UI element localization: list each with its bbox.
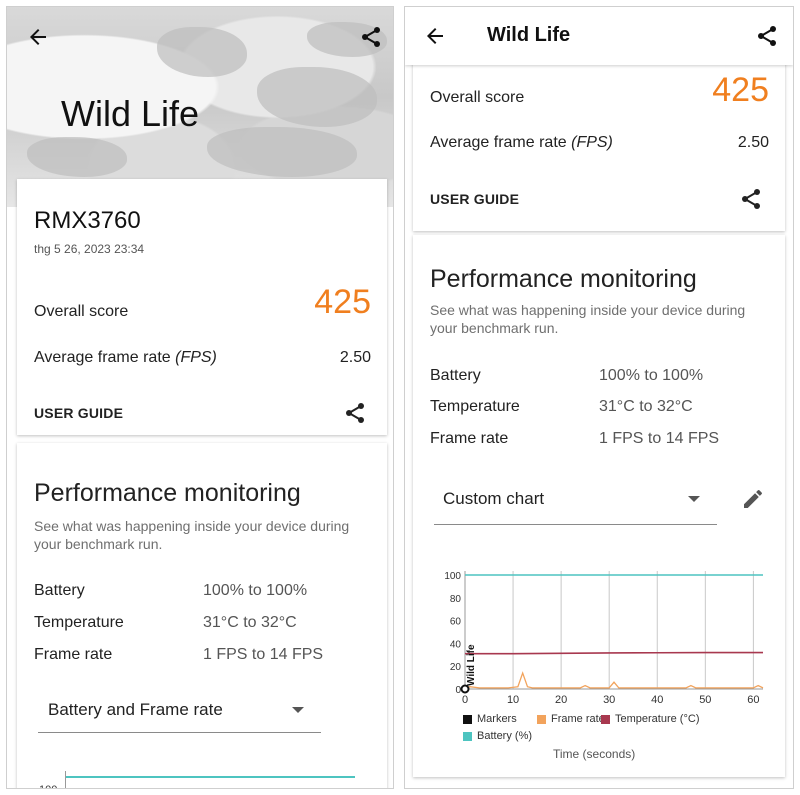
user-guide-link[interactable]: USER GUIDE	[34, 405, 123, 421]
chart-svg: 0 10 20 30 40 50 60 0 20 40 60 80 100 Wild Life	[444, 571, 764, 706]
stat-frame-rate-label: Frame rate	[430, 430, 509, 447]
stat-frame-rate-value: 1 FPS to 14 FPS	[203, 646, 324, 663]
x-tick-label: 30	[603, 694, 615, 706]
device-name: RMX3760	[34, 207, 141, 234]
x-tick-label: 20	[555, 694, 567, 706]
y-tick-label: 60	[450, 617, 462, 628]
share-icon[interactable]	[753, 22, 781, 50]
stat-battery-label: Battery	[34, 582, 85, 599]
overall-score-label: Overall score	[34, 303, 129, 320]
chart-type-dropdown[interactable]: Custom chart	[434, 473, 717, 525]
performance-description: See what was happening inside your devic…	[430, 302, 746, 336]
performance-description: See what was happening inside your devic…	[34, 518, 350, 552]
legend-battery: Battery (%)	[463, 730, 532, 742]
marker-label: Wild Life	[466, 644, 477, 686]
result-card: Overall score 425 Average frame rate (FP…	[413, 47, 785, 231]
right-screen: Wild Life Overall score 425 Average fram…	[404, 6, 794, 789]
battery-line-preview	[65, 776, 355, 778]
performance-monitoring-card: Performance monitoring See what was happ…	[17, 443, 387, 788]
share-icon[interactable]	[737, 185, 765, 213]
stat-temperature-label: Temperature	[430, 398, 520, 415]
hero-title: Wild Life	[61, 93, 200, 134]
chart-legend: Markers Frame rate Temperature (°C) Batt…	[463, 709, 763, 749]
x-tick-label: 0	[462, 694, 468, 706]
stat-temperature-value: 31°C to 32°C	[599, 398, 693, 415]
series-line	[465, 651, 763, 655]
stat-temperature-label: Temperature	[34, 614, 124, 631]
legend-markers: Markers	[463, 713, 517, 725]
chart-type-selected: Battery and Frame rate	[48, 700, 223, 719]
share-icon[interactable]	[357, 23, 385, 51]
stat-frame-rate-label: Frame rate	[34, 646, 113, 663]
y-tick-label: 40	[450, 639, 462, 650]
chart-y-tick: 100	[39, 784, 57, 788]
y-tick-label: 20	[450, 662, 462, 673]
dropdown-caret-icon	[292, 707, 304, 713]
stat-temperature-value: 31°C to 32°C	[203, 614, 297, 631]
performance-chart: 0 10 20 30 40 50 60 0 20 40 60 80 100 Wild Life	[421, 561, 777, 711]
overall-score-value: 425	[314, 283, 371, 321]
x-tick-label: 50	[699, 694, 711, 706]
x-axis-title: Time (seconds)	[553, 747, 636, 761]
chart-axis	[65, 771, 66, 788]
overall-score-label: Overall score	[430, 89, 525, 106]
chart-type-dropdown[interactable]: Battery and Frame rate	[38, 686, 321, 733]
app-bar: Wild Life	[405, 7, 793, 65]
app-bar-title: Wild Life	[487, 24, 571, 46]
overall-score-value: 425	[712, 71, 769, 109]
share-icon[interactable]	[341, 399, 369, 427]
stat-battery-value: 100% to 100%	[203, 582, 308, 599]
dropdown-caret-icon	[688, 496, 700, 502]
average-fps-label: Average frame rate (FPS)	[430, 134, 613, 151]
x-tick-label: 40	[651, 694, 663, 706]
series-line	[464, 671, 764, 689]
edit-pencil-icon[interactable]	[739, 485, 767, 513]
stat-frame-rate-value: 1 FPS to 14 FPS	[599, 430, 720, 447]
back-arrow-icon[interactable]	[421, 22, 449, 50]
legend-frame-rate: Frame rate	[537, 713, 605, 725]
performance-title: Performance monitoring	[34, 479, 301, 507]
stat-battery-value: 100% to 100%	[599, 367, 704, 384]
performance-monitoring-card: Performance monitoring See what was happ…	[413, 235, 785, 777]
test-date: thg 5 26, 2023 23:34	[34, 242, 145, 256]
y-tick-label: 80	[450, 594, 462, 605]
left-screen: Wild Life RMX3760 thg 5 26, 2023 23:34 O…	[6, 6, 394, 789]
result-card: RMX3760 thg 5 26, 2023 23:34 Overall sco…	[17, 179, 387, 435]
x-tick-label: 60	[747, 694, 759, 706]
y-tick-label: 0	[455, 685, 461, 696]
user-guide-link[interactable]: USER GUIDE	[430, 191, 519, 207]
x-tick-label: 10	[507, 694, 519, 706]
average-fps-label: Average frame rate (FPS)	[34, 349, 217, 366]
performance-title: Performance monitoring	[430, 265, 697, 293]
y-tick-label: 100	[444, 571, 461, 582]
stat-battery-label: Battery	[430, 367, 481, 384]
average-fps-value: 2.50	[339, 349, 371, 366]
back-arrow-icon[interactable]	[24, 23, 52, 51]
chart-type-selected: Custom chart	[443, 489, 545, 508]
legend-temperature: Temperature (°C)	[601, 713, 699, 725]
average-fps-value: 2.50	[737, 134, 769, 151]
